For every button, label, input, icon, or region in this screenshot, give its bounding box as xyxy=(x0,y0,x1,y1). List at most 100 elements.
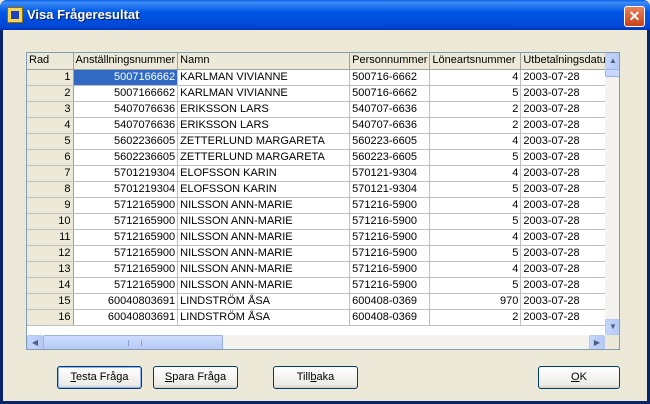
table-cell[interactable]: NILSSON ANN-MARIE xyxy=(177,277,351,294)
table-cell[interactable]: 4 xyxy=(429,165,522,182)
table-cell[interactable]: 5007166662 xyxy=(73,69,179,86)
table-row[interactable]: 11 5712165900 NILSSON ANN-MARIE 571216-5900… xyxy=(27,229,619,246)
spara-fraga-button[interactable]: Spara Fråga xyxy=(153,366,238,389)
table-row[interactable]: 2 5007166662 KARLMAN VIVIANNE 500716-6662 5 2… xyxy=(27,85,619,102)
row-header[interactable]: 9 xyxy=(27,197,74,214)
table-cell[interactable]: 571216-5900 xyxy=(349,197,431,214)
table-cell[interactable]: LINDSTRÖM ÅSA xyxy=(177,293,351,310)
table-cell[interactable]: 4 xyxy=(429,229,522,246)
table-row[interactable]: 16 60040803691 LINDSTRÖM ÅSA 600408-0369 2 20… xyxy=(27,309,619,326)
table-cell[interactable]: 60040803691 xyxy=(73,309,179,326)
row-header[interactable]: 10 xyxy=(27,213,74,230)
table-row[interactable]: 6 5602236605 ZETTERLUND MARGARETA 560223-66… xyxy=(27,149,619,166)
table-cell[interactable]: NILSSON ANN-MARIE xyxy=(177,261,351,278)
ok-button[interactable]: OK xyxy=(538,366,620,389)
table-cell[interactable]: 5712165900 xyxy=(73,229,179,246)
table-cell[interactable]: 5 xyxy=(429,245,522,262)
table-cell[interactable]: 5712165900 xyxy=(73,261,179,278)
row-header[interactable]: 1 xyxy=(27,69,74,86)
table-cell[interactable]: 2 xyxy=(429,309,522,326)
table-row[interactable]: 8 5701219304 ELOFSSON KARIN 570121-9304 5 200… xyxy=(27,181,619,198)
table-cell[interactable]: 5407076636 xyxy=(73,101,179,118)
table-cell[interactable]: 5712165900 xyxy=(73,197,179,214)
row-header[interactable]: 16 xyxy=(27,309,74,326)
table-row[interactable]: 7 5701219304 ELOFSSON KARIN 570121-9304 4 200… xyxy=(27,165,619,182)
table-row[interactable]: 1 5007166662 KARLMAN VIVIANNE 500716-6662 4 2… xyxy=(27,69,619,86)
table-row[interactable]: 14 5712165900 NILSSON ANN-MARIE 571216-5900… xyxy=(27,277,619,294)
table-cell[interactable]: 2003-07-28 xyxy=(520,277,619,294)
table-cell[interactable]: 5602236605 xyxy=(73,133,179,150)
row-header[interactable]: 13 xyxy=(27,261,74,278)
table-cell[interactable]: 2003-07-28 xyxy=(520,85,619,102)
horizontal-scrollbar[interactable]: ◀ ▶ xyxy=(27,335,605,349)
table-cell[interactable]: 2003-07-28 xyxy=(520,69,619,86)
table-cell[interactable]: 571216-5900 xyxy=(349,213,431,230)
table-row[interactable]: 12 5712165900 NILSSON ANN-MARIE 571216-5900… xyxy=(27,245,619,262)
table-cell[interactable]: 2003-07-28 xyxy=(520,117,619,134)
table-cell[interactable]: 5712165900 xyxy=(73,213,179,230)
table-cell[interactable]: 2003-07-28 xyxy=(520,165,619,182)
table-cell[interactable]: 2003-07-28 xyxy=(520,181,619,198)
table-cell[interactable]: 2003-07-28 xyxy=(520,261,619,278)
vertical-scroll-thumb[interactable] xyxy=(605,69,619,77)
row-header[interactable]: 4 xyxy=(27,117,74,134)
table-row[interactable]: 5 5602236605 ZETTERLUND MARGARETA 560223-66… xyxy=(27,133,619,150)
table-cell[interactable]: ZETTERLUND MARGARETA xyxy=(177,133,351,150)
results-grid[interactable]: Rad Anställningsnummer Namn Personnummer Lön… xyxy=(26,52,620,350)
table-cell[interactable]: 500716-6662 xyxy=(349,69,431,86)
table-cell[interactable]: 600408-0369 xyxy=(349,309,431,326)
table-row[interactable]: 10 5712165900 NILSSON ANN-MARIE 571216-5900… xyxy=(27,213,619,230)
table-cell[interactable]: 5712165900 xyxy=(73,277,179,294)
row-header[interactable]: 11 xyxy=(27,229,74,246)
column-header[interactable]: Personnummer xyxy=(349,53,431,70)
table-cell[interactable]: 5701219304 xyxy=(73,165,179,182)
table-cell[interactable]: 570121-9304 xyxy=(349,181,431,198)
table-cell[interactable]: ZETTERLUND MARGARETA xyxy=(177,149,351,166)
table-cell[interactable]: 4 xyxy=(429,69,522,86)
table-cell[interactable]: 5 xyxy=(429,149,522,166)
row-header[interactable]: 15 xyxy=(27,293,74,310)
table-cell[interactable]: LINDSTRÖM ÅSA xyxy=(177,309,351,326)
row-header[interactable]: 7 xyxy=(27,165,74,182)
table-cell[interactable]: 5701219304 xyxy=(73,181,179,198)
table-cell[interactable]: 5407076636 xyxy=(73,117,179,134)
table-cell[interactable]: 4 xyxy=(429,197,522,214)
table-cell[interactable]: 571216-5900 xyxy=(349,261,431,278)
testa-fraga-button[interactable]: Testa Fråga xyxy=(57,366,142,389)
close-button[interactable]: ✕ xyxy=(624,6,645,27)
table-cell[interactable]: 970 xyxy=(429,293,522,310)
table-cell[interactable]: NILSSON ANN-MARIE xyxy=(177,229,351,246)
table-cell[interactable]: 2 xyxy=(429,117,522,134)
table-cell[interactable]: 2003-07-28 xyxy=(520,293,619,310)
table-cell[interactable]: 2003-07-28 xyxy=(520,213,619,230)
row-header[interactable]: 14 xyxy=(27,277,74,294)
scroll-down-button[interactable]: ▼ xyxy=(605,319,619,335)
table-cell[interactable]: NILSSON ANN-MARIE xyxy=(177,197,351,214)
table-cell[interactable]: 2003-07-28 xyxy=(520,309,619,326)
table-cell[interactable]: 5 xyxy=(429,213,522,230)
table-cell[interactable]: 500716-6662 xyxy=(349,85,431,102)
table-cell[interactable]: 560223-6605 xyxy=(349,133,431,150)
table-cell[interactable]: 570121-9304 xyxy=(349,165,431,182)
column-header[interactable]: Anställningsnummer xyxy=(73,53,179,70)
table-cell[interactable]: 571216-5900 xyxy=(349,245,431,262)
scroll-right-button[interactable]: ▶ xyxy=(589,335,605,349)
table-row[interactable]: 13 5712165900 NILSSON ANN-MARIE 571216-5900… xyxy=(27,261,619,278)
table-cell[interactable]: 571216-5900 xyxy=(349,229,431,246)
table-cell[interactable]: 5007166662 xyxy=(73,85,179,102)
table-cell[interactable]: 2 xyxy=(429,101,522,118)
table-cell[interactable]: ELOFSSON KARIN xyxy=(177,181,351,198)
table-cell[interactable]: 2003-07-28 xyxy=(520,149,619,166)
scroll-left-button[interactable]: ◀ xyxy=(27,335,43,349)
table-cell[interactable]: KARLMAN VIVIANNE xyxy=(177,85,351,102)
table-cell[interactable]: NILSSON ANN-MARIE xyxy=(177,213,351,230)
column-header[interactable]: Rad xyxy=(27,53,74,70)
table-cell[interactable]: ERIKSSON LARS xyxy=(177,101,351,118)
row-header[interactable]: 12 xyxy=(27,245,74,262)
column-header[interactable]: Namn xyxy=(177,53,351,70)
table-cell[interactable]: 5712165900 xyxy=(73,245,179,262)
table-cell[interactable]: 540707-6636 xyxy=(349,101,431,118)
title-bar[interactable]: Visa Frågeresultat ✕ xyxy=(0,0,650,30)
table-cell[interactable]: 5602236605 xyxy=(73,149,179,166)
table-cell[interactable]: 571216-5900 xyxy=(349,277,431,294)
